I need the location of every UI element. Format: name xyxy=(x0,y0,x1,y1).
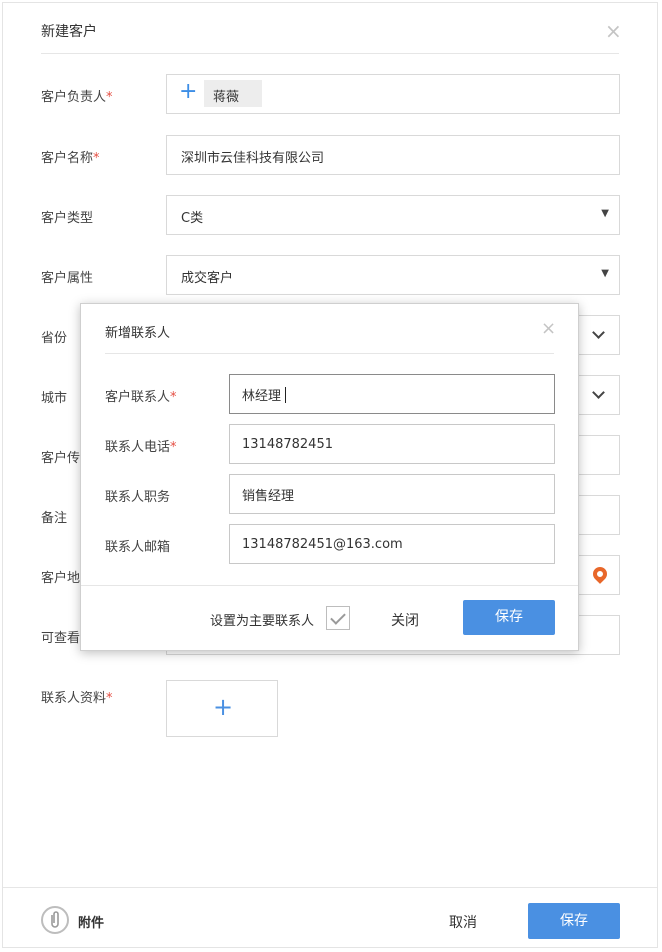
contact-name-field[interactable] xyxy=(230,375,554,413)
contact-email-label: 联系人邮箱 xyxy=(105,540,171,555)
customer-type-value: C类 xyxy=(181,211,204,226)
contact-position-field[interactable] xyxy=(230,475,554,513)
customer-attribute-label: 客户属性 xyxy=(41,271,94,286)
modal-save-button[interactable]: 保存 xyxy=(463,600,555,635)
location-pin-icon[interactable] xyxy=(590,564,610,584)
modal-title: 新增联系人 xyxy=(105,326,171,341)
text-cursor xyxy=(285,387,286,403)
contact-email-field[interactable] xyxy=(230,525,554,563)
dropdown-arrow-icon: ▼ xyxy=(601,208,609,219)
fax-label: 客户传 xyxy=(41,451,81,466)
modal-header-divider xyxy=(105,353,554,354)
paperclip-glyph xyxy=(51,911,59,928)
owner-label: 客户负责人* xyxy=(41,90,113,105)
customer-name-input[interactable]: 深圳市云佳科技有限公司 xyxy=(166,135,620,175)
new-contact-modal: 新增联系人 × 客户联系人* 联系人电话* 联系人职务 联系人邮箱 设置为主要联… xyxy=(80,303,579,651)
modal-footer-divider xyxy=(81,585,578,586)
contact-email-input[interactable] xyxy=(229,524,555,564)
cancel-button[interactable]: 取消 xyxy=(449,912,477,932)
header-divider xyxy=(41,53,619,54)
contact-phone-input[interactable] xyxy=(229,424,555,464)
customer-type-select[interactable]: C类 ▼ xyxy=(166,195,620,235)
owner-field[interactable]: + 蒋薇 xyxy=(166,74,620,114)
paperclip-icon[interactable] xyxy=(41,906,69,934)
primary-contact-label: 设置为主要联系人 xyxy=(210,614,315,629)
address-label: 客户地 xyxy=(41,571,81,586)
attachment-label[interactable]: 附件 xyxy=(78,912,104,931)
province-label: 省份 xyxy=(41,331,68,346)
close-icon[interactable]: × xyxy=(605,21,622,41)
contact-files-label: 联系人资料* xyxy=(41,691,113,706)
contact-name-label: 客户联系人* xyxy=(105,390,177,405)
customer-name-label: 客户名称* xyxy=(41,151,100,166)
contact-phone-field[interactable] xyxy=(230,425,554,463)
chevron-down-icon xyxy=(592,326,605,339)
contact-position-input[interactable] xyxy=(229,474,555,514)
primary-contact-checkbox[interactable] xyxy=(326,606,350,630)
close-icon[interactable]: × xyxy=(541,320,556,338)
owner-chip-label: 蒋薇 xyxy=(213,90,240,105)
add-contact-button[interactable]: + xyxy=(166,680,278,737)
owner-chip[interactable]: 蒋薇 xyxy=(204,80,262,107)
contact-position-label: 联系人职务 xyxy=(105,490,171,505)
customer-type-label: 客户类型 xyxy=(41,211,94,226)
add-owner-icon[interactable]: + xyxy=(179,81,197,103)
close-button[interactable]: 关闭 xyxy=(391,610,419,630)
viewer-label: 可查看 xyxy=(41,631,81,646)
dropdown-arrow-icon: ▼ xyxy=(601,268,609,279)
customer-attribute-select[interactable]: 成交客户 ▼ xyxy=(166,255,620,295)
city-label: 城市 xyxy=(41,391,68,406)
customer-name-value: 深圳市云佳科技有限公司 xyxy=(181,151,325,166)
note-label: 备注 xyxy=(41,511,68,526)
save-button[interactable]: 保存 xyxy=(528,903,620,939)
plus-icon: + xyxy=(213,693,234,721)
dialog-title: 新建客户 xyxy=(41,24,97,40)
footer-divider xyxy=(3,887,657,888)
customer-attribute-value: 成交客户 xyxy=(181,271,234,286)
contact-name-input[interactable] xyxy=(229,374,555,414)
chevron-down-icon xyxy=(592,386,605,399)
dialog-header: 新建客户 × xyxy=(3,3,657,55)
contact-phone-label: 联系人电话* xyxy=(105,440,177,455)
